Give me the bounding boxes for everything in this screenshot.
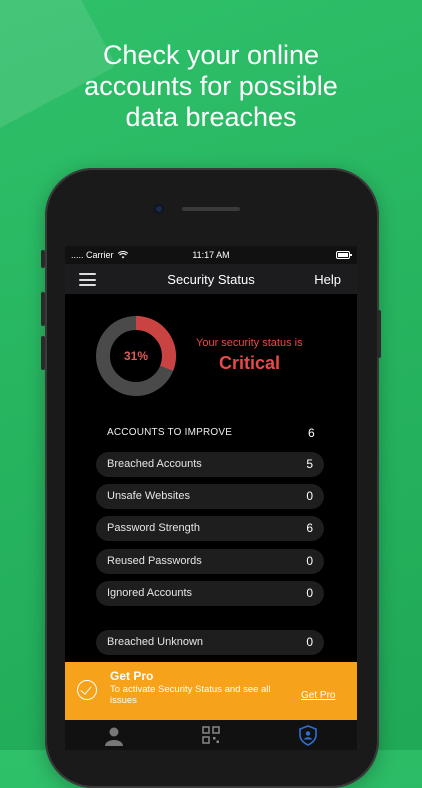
security-percent: 31% <box>123 349 149 363</box>
shield-icon[interactable] <box>297 724 319 746</box>
security-status-value: Critical <box>219 353 281 373</box>
row-label: Breached Unknown <box>107 636 204 648</box>
row-count: 0 <box>306 635 313 649</box>
check-circle-icon <box>77 680 97 700</box>
volume-up-button <box>41 292 45 326</box>
mute-switch <box>41 250 45 268</box>
row-count: 5 <box>306 457 313 471</box>
row-breached-unknown[interactable]: Breached Unknown 0 <box>96 630 324 655</box>
headline-line-1: Check your online <box>102 40 320 70</box>
headline-line-3: data breaches <box>125 102 297 132</box>
row-label: Ignored Accounts <box>107 587 193 599</box>
row-count: 0 <box>306 586 313 600</box>
volume-down-button <box>41 336 45 370</box>
clock: 11:17 AM <box>192 250 230 260</box>
row-count: 0 <box>306 554 313 568</box>
page-title: Security Status <box>167 272 255 287</box>
qr-code-icon[interactable] <box>200 724 222 746</box>
app-screen: ..... Carrier 11:17 AM Security Status H… <box>65 246 357 750</box>
get-pro-banner[interactable]: Get Pro To activate Security Status and … <box>65 662 357 720</box>
row-count: 0 <box>306 489 313 503</box>
row-reused-passwords[interactable]: Reused Passwords 0 <box>96 549 324 574</box>
row-label: Breached Accounts <box>107 458 202 470</box>
earpiece-speaker <box>182 207 240 211</box>
status-bar: ..... Carrier 11:17 AM <box>65 246 357 264</box>
row-unsafe-websites[interactable]: Unsafe Websites 0 <box>96 484 324 509</box>
power-button <box>377 310 381 358</box>
security-status-caption: Your security status is <box>196 337 303 349</box>
pro-description: To activate Security Status and see all … <box>110 684 271 706</box>
row-label: Unsafe Websites <box>107 490 190 502</box>
row-label: Password Strength <box>107 522 200 534</box>
navigation-bar: Security Status Help <box>65 264 357 294</box>
tab-bar <box>65 720 357 750</box>
row-breached-accounts[interactable]: Breached Accounts 5 <box>96 452 324 477</box>
help-button[interactable]: Help <box>314 272 341 287</box>
person-icon[interactable] <box>103 724 125 746</box>
accounts-section-count: 6 <box>308 426 315 440</box>
battery-icon <box>336 251 352 259</box>
front-camera <box>154 204 164 214</box>
row-ignored-accounts[interactable]: Ignored Accounts 0 <box>96 581 324 606</box>
pro-title: Get Pro <box>110 669 154 683</box>
row-label: Reused Passwords <box>107 555 202 567</box>
marketing-headline: Check your online accounts for possible … <box>0 40 422 133</box>
get-pro-link[interactable]: Get Pro <box>301 690 335 701</box>
accounts-section-label: ACCOUNTS TO IMPROVE <box>107 427 233 438</box>
row-count: 6 <box>306 521 313 535</box>
headline-line-2: accounts for possible <box>84 71 338 101</box>
row-password-strength[interactable]: Password Strength 6 <box>96 516 324 541</box>
